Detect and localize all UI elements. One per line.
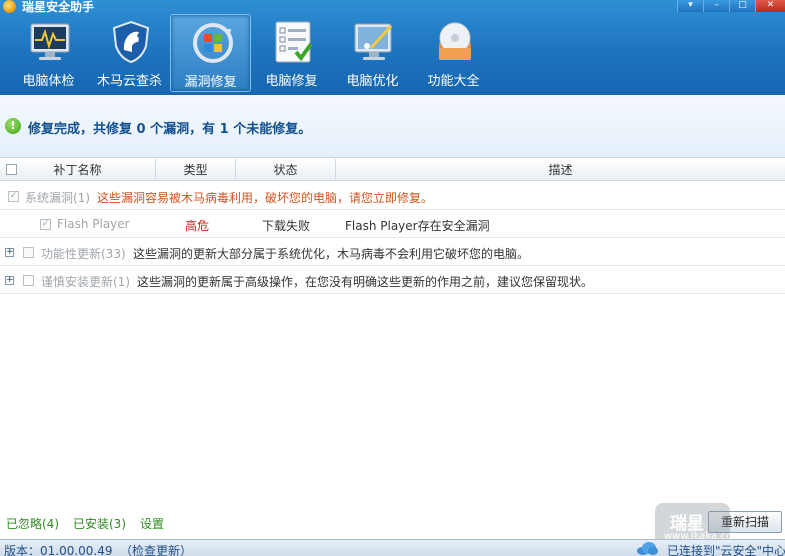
footer-links: 已忽略(4) 已安装(3) 设置 <box>6 515 164 532</box>
tool-label: 电脑修复 <box>265 74 318 89</box>
monitor-pulse-icon <box>30 23 70 60</box>
main-toolbar: 电脑体检 木马云查杀 漏洞修复 电脑修复 电脑优化 功能大全 <box>8 14 494 94</box>
status-bar: 版本：01.00.00.49 （检查更新） 已连接到"云安全"中心 <box>0 539 785 556</box>
close-button[interactable]: ✕ <box>755 0 785 12</box>
disc-box-icon <box>439 22 471 60</box>
ok-check-icon: ! <box>5 118 21 134</box>
group-name: 谨慎安装更新(1) <box>41 275 130 289</box>
group-checkbox[interactable]: ✓ <box>8 191 19 202</box>
tool-vulnerability-fix[interactable]: 漏洞修复 <box>170 14 251 92</box>
monitor-brush-icon <box>354 23 393 60</box>
title-bar[interactable]: 瑞星安全助手 ▾ – □ ✕ <box>0 0 785 14</box>
patch-type: 高危 <box>185 219 210 233</box>
group-row-functional[interactable]: + 功能性更新(33) 这些漏洞的更新大部分属于系统优化，木马病毒不会利用它破坏… <box>0 238 785 266</box>
column-description[interactable]: 描述 <box>336 159 785 181</box>
group-row-cautious[interactable]: + 谨慎安装更新(1) 这些漏洞的更新属于高级操作，在您没有明确这些更新的作用之… <box>0 266 785 294</box>
app-title: 瑞星安全助手 <box>22 0 95 14</box>
group-description: 这些漏洞容易被木马病毒利用，破坏您的电脑，请您立即修复。 <box>97 191 434 205</box>
table-row[interactable]: ✓ Flash Player 高危 下载失败 Flash Player存在安全漏… <box>0 210 785 238</box>
group-row-system[interactable]: ✓ 系统漏洞(1) 这些漏洞容易被木马病毒利用，破坏您的电脑，请您立即修复。 <box>0 182 785 210</box>
installed-link[interactable]: 已安装(3) <box>73 515 126 532</box>
expand-icon[interactable]: + <box>5 276 14 285</box>
column-type[interactable]: 类型 <box>156 159 236 181</box>
group-description: 这些漏洞的更新大部分属于系统优化，木马病毒不会利用它破坏您的电脑。 <box>133 247 530 261</box>
group-checkbox[interactable] <box>23 275 34 286</box>
tool-label: 漏洞修复 <box>184 75 237 90</box>
patch-status: 下载失败 <box>262 219 311 233</box>
checklist-icon <box>275 21 313 63</box>
column-status[interactable]: 状态 <box>236 159 336 181</box>
minimize-button[interactable]: – <box>703 0 729 12</box>
tool-label: 电脑优化 <box>346 74 399 89</box>
tool-pc-repair[interactable]: 电脑修复 <box>251 14 332 92</box>
expand-icon[interactable]: + <box>5 248 14 257</box>
tool-trojan-scan[interactable]: 木马云查杀 <box>89 14 170 92</box>
ignored-link[interactable]: 已忽略(4) <box>6 515 59 532</box>
cloud-icon <box>637 542 658 555</box>
menu-button[interactable]: ▾ <box>677 0 703 12</box>
shield-horse-icon <box>112 20 150 64</box>
select-all-checkbox[interactable] <box>6 164 17 175</box>
check-update-link[interactable]: （检查更新） <box>120 542 192 556</box>
header: 瑞星安全助手 ▾ – □ ✕ 电脑体检 木马云查杀 漏洞修复 电脑修复 电脑优化… <box>0 0 785 95</box>
settings-link[interactable]: 设置 <box>140 515 164 532</box>
group-name: 系统漏洞(1) <box>25 191 90 205</box>
version-text: 版本：01.00.00.49 <box>4 544 113 556</box>
column-patch-name[interactable]: 补丁名称 <box>0 159 156 181</box>
result-summary: ! 修复完成，共修复 0 个漏洞，有 1 个未能修复。 <box>0 95 785 158</box>
tool-pc-checkup[interactable]: 电脑体检 <box>8 14 89 92</box>
cloud-status-text: 已连接到"云安全"中心 <box>667 544 785 556</box>
tool-pc-optimize[interactable]: 电脑优化 <box>332 14 413 92</box>
tool-label: 电脑体检 <box>22 74 75 89</box>
app-logo-icon <box>3 0 16 13</box>
group-checkbox[interactable] <box>23 247 34 258</box>
table-header: 补丁名称 类型 状态 描述 <box>0 159 785 181</box>
result-text: 修复完成，共修复 0 个漏洞，有 1 个未能修复。 <box>28 122 312 137</box>
tool-label: 木马云查杀 <box>96 74 162 89</box>
group-name: 功能性更新(33) <box>41 247 126 261</box>
windows-refresh-icon <box>193 23 233 63</box>
tool-label: 功能大全 <box>427 74 480 89</box>
group-description: 这些漏洞的更新属于高级操作，在您没有明确这些更新的作用之前，建议您保留现状。 <box>137 275 594 289</box>
patch-name: Flash Player <box>57 217 130 231</box>
patch-description: Flash Player存在安全漏洞 <box>345 219 490 233</box>
window-controls: ▾ – □ ✕ <box>677 0 785 12</box>
tool-all-features[interactable]: 功能大全 <box>413 14 494 92</box>
patch-checkbox[interactable]: ✓ <box>40 219 51 230</box>
maximize-button[interactable]: □ <box>729 0 755 12</box>
